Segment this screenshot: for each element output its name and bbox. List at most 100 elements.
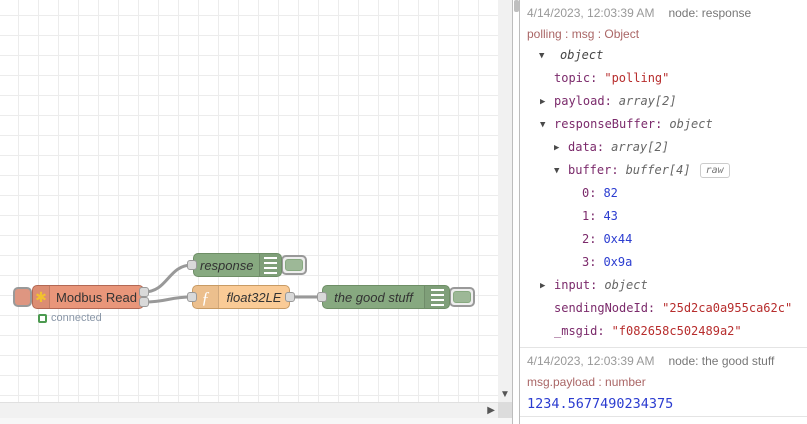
node-modbus-read[interactable]: ✱ Modbus Read: [32, 285, 144, 309]
tree-key: 2:: [582, 232, 597, 246]
response-input-port[interactable]: [187, 260, 197, 270]
debug-empty-area: [520, 417, 807, 423]
node-label: Modbus Read: [56, 289, 137, 305]
float32le-input-port[interactable]: [187, 292, 197, 302]
tree-row: topic: "polling": [527, 67, 807, 90]
tree-value: 43: [603, 209, 618, 223]
debug-toggle-inner: [285, 259, 303, 271]
tree-value: "polling": [604, 71, 670, 85]
debug-message-meta: 4/14/2023, 12:03:39 AM node: the good stu…: [527, 354, 807, 368]
debug-message-meta: 4/14/2023, 12:03:39 AM node: response: [527, 6, 807, 20]
canvas-horizontal-scrollbar[interactable]: ▶: [0, 402, 498, 418]
tree-key: buffer:: [568, 163, 619, 177]
wire-modbus-to-response[interactable]: [142, 263, 194, 294]
tree-row: ▼ responseBuffer: object: [527, 113, 807, 136]
raw-toggle-button[interactable]: raw: [699, 163, 730, 178]
tree-row: 1: 43: [527, 205, 807, 228]
node-label: the good stuff: [334, 289, 413, 305]
expand-arrow-icon[interactable]: ▼: [554, 160, 568, 183]
debug-message-response: 4/14/2023, 12:03:39 AM node: response pol…: [520, 0, 807, 348]
response-debug-toggle-button[interactable]: [281, 255, 307, 275]
tree-row: sendingNodeId: "25d2ca0a955ca62c": [527, 297, 807, 320]
goodstuff-debug-toggle-button[interactable]: [449, 287, 475, 307]
tree-key: data:: [568, 140, 605, 154]
expand-arrow-icon[interactable]: ▼: [540, 114, 554, 137]
debug-source-node: node: response: [668, 6, 752, 20]
tree-key: 1:: [582, 209, 597, 223]
node-label: response: [200, 257, 254, 273]
modbus-icon: ✱: [33, 286, 51, 308]
modbus-node-button[interactable]: [13, 287, 32, 307]
tree-value: "f082658c502489a2": [611, 324, 742, 338]
tree-row: ▶ input: object: [527, 274, 807, 297]
tree-row: 0: 82: [527, 182, 807, 205]
tree-key: sendingNodeId:: [554, 301, 656, 315]
tree-value: object: [669, 117, 713, 131]
tree-value: 0x9a: [603, 255, 633, 269]
debug-icon: [424, 286, 449, 308]
expand-arrow-icon[interactable]: ▶: [554, 137, 568, 160]
node-response[interactable]: response: [193, 253, 282, 277]
expand-arrow-icon[interactable]: ▶: [540, 91, 554, 114]
wire-layer: [142, 263, 324, 304]
function-icon-glyph: ƒ: [201, 287, 210, 307]
node-the-good-stuff[interactable]: the good stuff: [322, 285, 450, 309]
modbus-icon-glyph: ✱: [35, 289, 47, 305]
tree-key: 0:: [582, 186, 597, 200]
tree-row: 3: 0x9a: [527, 251, 807, 274]
tree-value: "25d2ca0a955ca62c": [662, 301, 793, 315]
scroll-down-icon[interactable]: ▼: [500, 389, 510, 400]
status-text: connected: [51, 312, 102, 324]
tree-key: input:: [554, 278, 598, 292]
tree-row: 2: 0x44: [527, 228, 807, 251]
expand-arrow-icon[interactable]: ▼: [539, 45, 553, 68]
tree-value: array[2]: [611, 140, 669, 154]
canvas-vertical-scrollbar[interactable]: ▼: [498, 0, 512, 402]
debug-lines-icon: [430, 288, 444, 306]
tree-value: 0x44: [603, 232, 633, 246]
debug-source-node: node: the good stuff: [668, 354, 775, 368]
debug-lines-icon: [264, 256, 278, 274]
tree-key: _msgid:: [554, 324, 605, 338]
float32le-output-port[interactable]: [285, 292, 295, 302]
modbus-status: connected: [38, 312, 102, 324]
debug-object-tree: ▼ object topic: "polling" ▶ payload: array[2…: [527, 44, 807, 343]
node-red-window: ✱ Modbus Read connected response ƒ float…: [0, 0, 807, 424]
tree-key: payload:: [554, 94, 612, 108]
debug-timestamp: 4/14/2023, 12:03:39 AM: [527, 6, 655, 20]
tree-key: 3:: [582, 255, 597, 269]
tree-value: array[2]: [618, 94, 677, 108]
tree-key: topic:: [554, 71, 598, 85]
scrollbar-corner: [498, 402, 512, 419]
tree-row: ▶ data: array[2]: [527, 136, 807, 159]
tree-value: 82: [603, 186, 618, 200]
debug-toggle-inner: [453, 291, 471, 303]
tree-value: buffer[4]: [625, 163, 691, 177]
payload-number: 1234.5677490234375: [527, 396, 674, 412]
tree-row: ▼ object: [527, 44, 807, 67]
tree-row: ▼ buffer: buffer[4] raw: [527, 159, 807, 182]
scroll-right-icon[interactable]: ▶: [487, 405, 495, 416]
flow-canvas[interactable]: ✱ Modbus Read connected response ƒ float…: [0, 0, 498, 402]
modbus-output-port-1[interactable]: [139, 287, 149, 297]
debug-icon: [259, 254, 281, 276]
tree-value: object: [604, 278, 648, 292]
debug-topic: polling : msg : Object: [527, 27, 640, 41]
tree-row: ▶ payload: array[2]: [527, 90, 807, 113]
node-float32le[interactable]: ƒ float32LE: [192, 285, 290, 309]
node-label: float32LE: [226, 289, 282, 305]
debug-timestamp: 4/14/2023, 12:03:39 AM: [527, 354, 655, 368]
status-ring-icon: [38, 313, 47, 323]
debug-payload-value: 1234.5677490234375: [527, 396, 807, 412]
debug-sidebar: 4/14/2023, 12:03:39 AM node: response pol…: [520, 0, 807, 424]
tree-key: responseBuffer:: [554, 117, 663, 131]
bottom-strip: [0, 418, 512, 424]
modbus-output-port-2[interactable]: [139, 297, 149, 307]
tree-row: _msgid: "f082658c502489a2": [527, 320, 807, 343]
debug-topic: msg.payload : number: [527, 375, 646, 389]
tree-value: object: [560, 48, 604, 62]
wire-modbus-to-float32le[interactable]: [142, 295, 194, 304]
goodstuff-input-port[interactable]: [317, 292, 327, 302]
debug-message-goodstuff: 4/14/2023, 12:03:39 AM node: the good stu…: [520, 348, 807, 417]
expand-arrow-icon[interactable]: ▶: [540, 275, 554, 298]
